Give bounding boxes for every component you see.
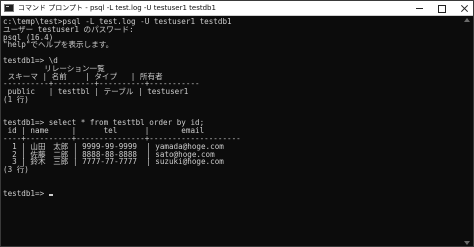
maximize-icon[interactable] (431, 1, 453, 15)
console-output[interactable]: c:\temp\test>psql -L test.log -U testuse… (3, 18, 461, 246)
console-icon (4, 4, 14, 12)
close-icon[interactable] (453, 1, 473, 15)
console-line: 3 | 鈴木 三郎 | 7777-77-7777 | suzuki@hoge.c… (3, 157, 224, 167)
text-cursor (48, 193, 53, 196)
window-controls (409, 1, 473, 15)
command-prompt-window: コマンド プロンプト - psql -L test.log -U testuse… (0, 0, 474, 247)
window-title: コマンド プロンプト - psql -L test.log -U testuse… (18, 4, 216, 12)
title-bar[interactable]: コマンド プロンプト - psql -L test.log -U testuse… (1, 1, 473, 16)
console-text: c:\temp\test>psql -L test.log -U testuse… (3, 18, 461, 197)
scroll-up-icon[interactable] (464, 18, 470, 22)
console-line: public | testtbl | テーブル | testuser1 (3, 87, 189, 97)
console-line: (1 行) (3, 94, 29, 104)
vertical-scrollbar[interactable] (462, 16, 472, 246)
console-line: "help"でヘルプを表示します。 (3, 40, 114, 50)
console-line: (3 行) (3, 165, 29, 175)
console-line: testdb1=> (3, 188, 49, 198)
scroll-down-icon[interactable] (464, 241, 470, 245)
minimize-icon[interactable] (409, 1, 431, 15)
